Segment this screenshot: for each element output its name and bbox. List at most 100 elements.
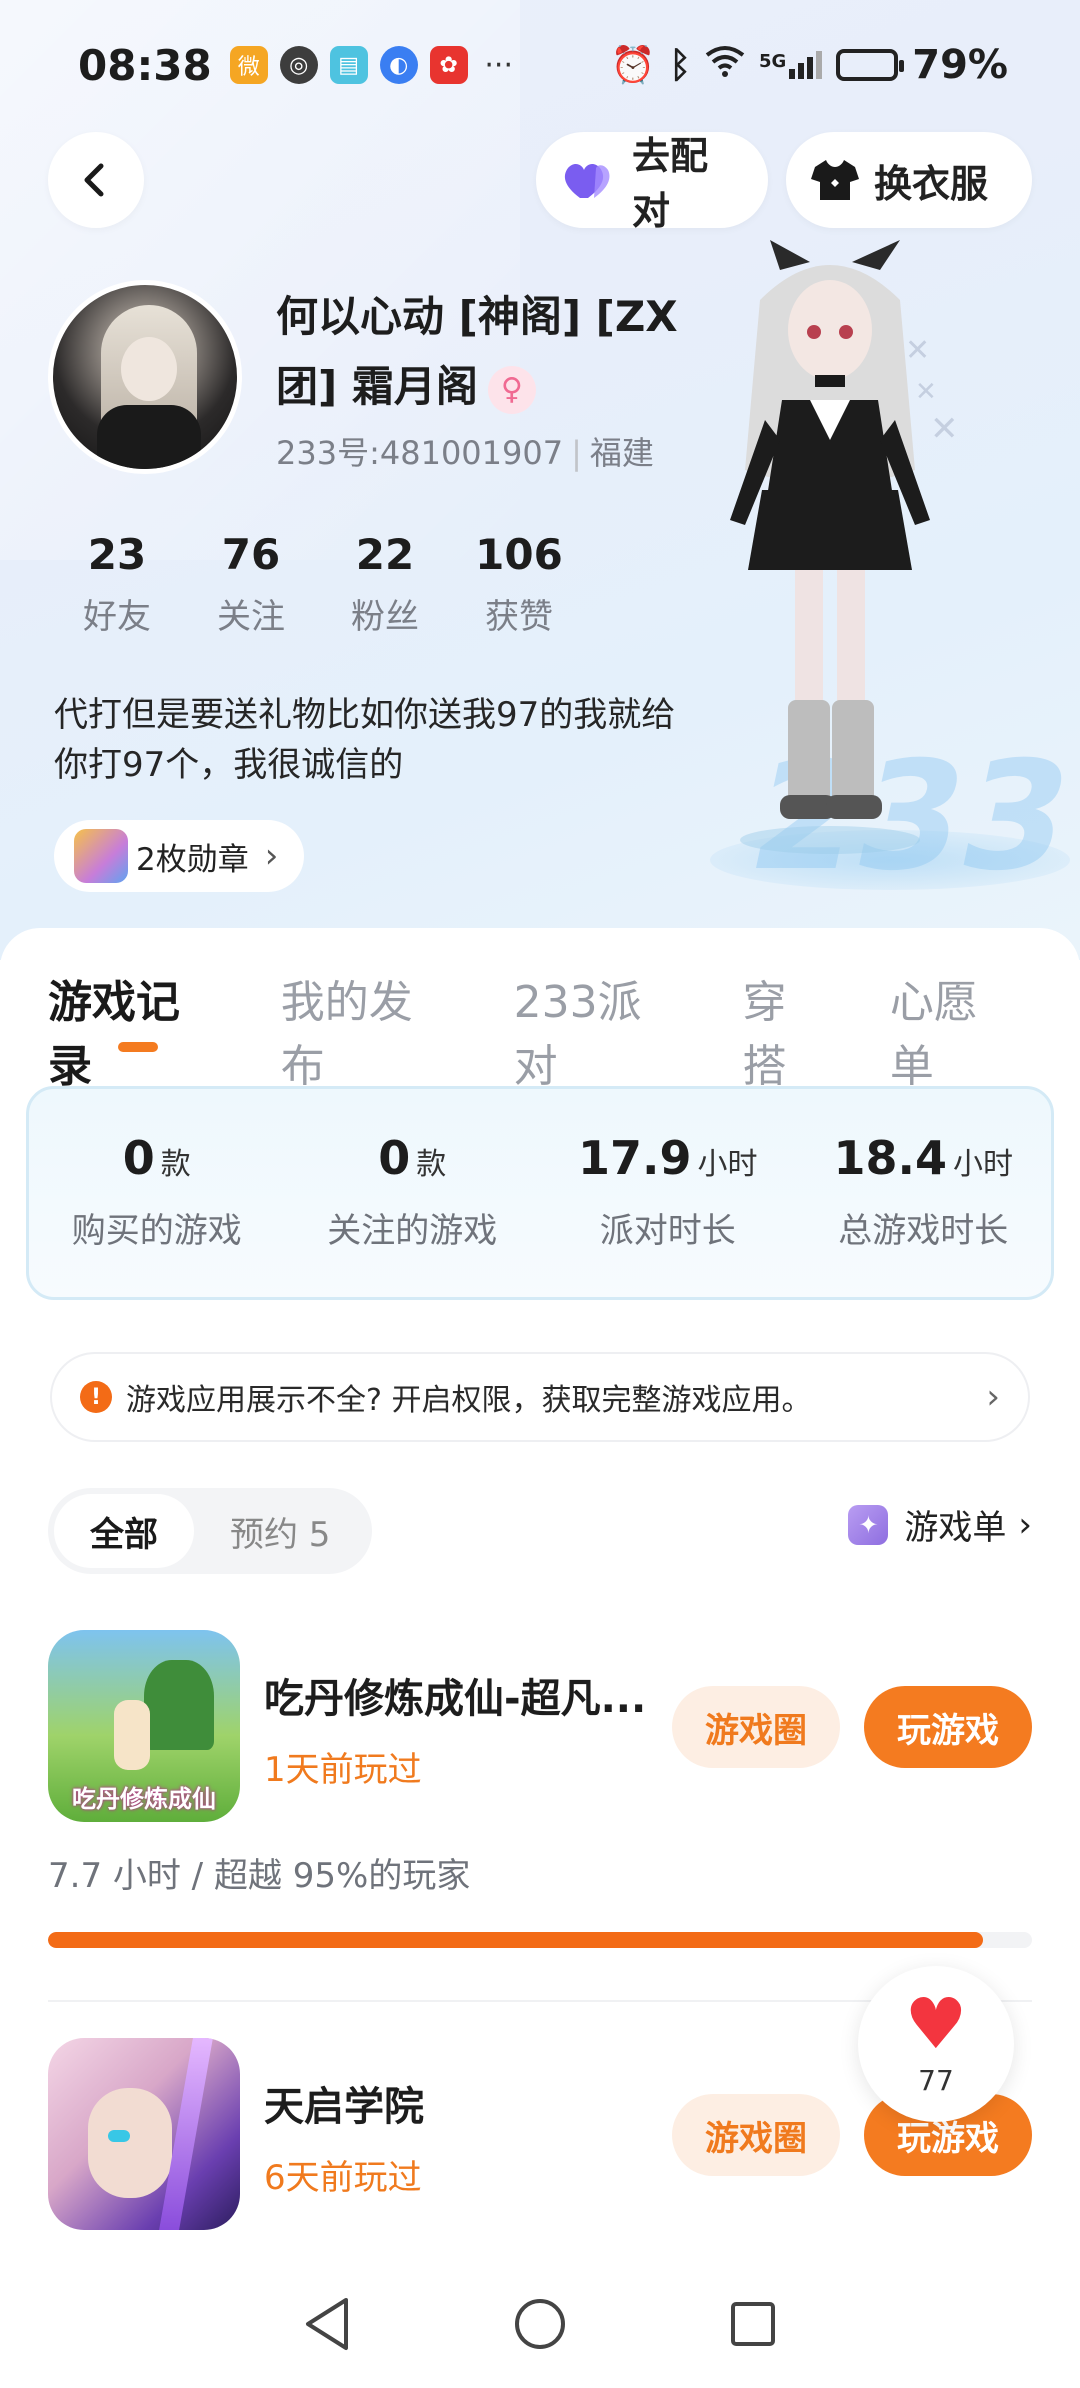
game-icon[interactable]: 吃丹修炼成仙 [48,1630,240,1822]
circle-home-icon [514,2299,565,2349]
game-filter: 全部 预约 5 [48,1488,373,1574]
stat-label: 关注 [217,597,285,637]
summary-value: 0 [378,1131,411,1185]
system-navigation-bar [0,2260,1080,2388]
game-progress-text: 7.7 小时 / 超越 95%的玩家 [48,1856,471,1896]
profile-stats: 23 好友 76 关注 22 粉丝 106 获赞 [50,530,586,638]
summary-unit: 款 [416,1147,447,1182]
tab-game-record[interactable]: 游戏记录 [48,966,219,1094]
game-last-played: 6天前玩过 [264,2158,422,2198]
medals-button[interactable]: 2枚勋章 › [54,820,305,892]
wechat-icon: ◎ [279,46,318,84]
filter-all[interactable]: 全部 [54,1494,194,1568]
nav-home-button[interactable] [505,2289,575,2359]
stat-friends[interactable]: 23 好友 [50,530,184,638]
like-button[interactable]: ♥ 77 [858,1966,1014,2122]
game-circle-button[interactable]: 游戏圈 [672,1686,840,1768]
progress-fill [48,1932,983,1948]
profile-tabs: 游戏记录 我的发布 233派对 穿搭 心愿单 [48,966,1080,1094]
stat-likes[interactable]: 106 获赞 [452,530,586,638]
summary-label: 派对时长 [599,1211,736,1251]
profile-name: 何以心动 [神阁] [ZX团] 霜月阁 [276,292,678,411]
like-count: 77 [918,2064,954,2097]
medal-label: 2枚勋章 [136,841,249,878]
tab-label: 心愿单 [889,977,978,1092]
game-title: 吃丹修炼成仙-超凡... [264,1676,647,1722]
stat-value: 76 [221,530,281,579]
game-item[interactable]: 吃丹修炼成仙 吃丹修炼成仙-超凡... 1天前玩过 游戏圈 玩游戏 [48,1630,1032,1826]
summary-purchased-games[interactable]: 0款 购买的游戏 [29,1089,285,1297]
svg-text:✕: ✕ [930,409,959,449]
tab-outfits[interactable]: 穿搭 [743,966,828,1094]
wifi-icon [705,45,745,86]
summary-followed-games[interactable]: 0款 关注的游戏 [285,1089,541,1297]
cellular-signal-icon: 5G [758,51,823,79]
permission-notice[interactable]: ! 游戏应用展示不全? 开启权限，获取完整游戏应用。 › [50,1352,1030,1442]
filter-reserved[interactable]: 预约 5 [194,1494,366,1568]
nav-back-button[interactable] [292,2289,362,2359]
stat-value: 23 [87,530,147,579]
alarm-icon: ⏰ [610,45,656,86]
chevron-right-icon: › [264,836,279,876]
bluetooth-icon: ᛒ [669,44,691,86]
divider: | [571,434,582,472]
user-avatar[interactable] [48,280,242,474]
play-game-button[interactable]: 玩游戏 [864,1686,1032,1768]
summary-unit: 小时 [953,1147,1013,1182]
chevron-right-icon: › [986,1377,1000,1417]
female-icon: ♀ [487,365,536,414]
more-notifications-icon: ··· [484,47,513,83]
warning-icon: ! [80,1381,112,1413]
summary-value: 0 [122,1131,155,1185]
notice-text: 游戏应用展示不全? 开启权限，获取完整游戏应用。 [126,1383,812,1418]
match-button[interactable]: 去配对 [536,132,768,233]
stat-label: 获赞 [485,597,553,637]
svg-text:✕: ✕ [915,377,937,407]
network-type: 5G [758,51,787,72]
notification-icons: 微 ◎ ▤ ◐ ✿ ··· [229,46,518,84]
heart-icon: ♥ [904,1983,968,2065]
summary-label: 购买的游戏 [71,1211,242,1251]
summary-unit: 小时 [697,1147,758,1182]
summary-unit: 款 [160,1147,191,1182]
square-recents-icon [731,2302,776,2346]
stat-label: 粉丝 [351,597,419,637]
status-time: 08:38 [78,40,212,90]
nav-recents-button[interactable] [718,2289,788,2359]
game-title: 天启学院 [264,2084,424,2130]
tshirt-icon [810,157,860,203]
tab-wishlist[interactable]: 心愿单 [890,966,1018,1094]
stat-value: 22 [355,530,415,579]
status-bar: 08:38 微 ◎ ▤ ◐ ✿ ··· ⏰ ᛒ 5G 79% [0,0,1080,130]
game-icon[interactable] [48,2038,240,2230]
profile-name-row: 何以心动 [神阁] [ZX团] 霜月阁 ♀ [276,282,696,422]
game-list-button[interactable]: ✦ 游戏单 › [848,1500,1032,1549]
change-outfit-button[interactable]: 换衣服 [786,132,1032,228]
game-icon-caption: 吃丹修炼成仙 [72,1785,216,1813]
profile-uid: 233号:481001907 [276,434,564,472]
chevron-right-icon: › [1018,1504,1032,1545]
avatar-character[interactable]: ✕ ✕ ✕ [700,240,960,860]
tab-233-party[interactable]: 233派对 [514,966,681,1094]
stat-fans[interactable]: 22 粉丝 [318,530,452,638]
red-app-icon: ✿ [429,46,468,84]
profile-bio: 代打但是要送礼物比如你送我97的我就给你打97个，我很诚信的 [54,695,676,785]
summary-party-time: 17.9 小时 派对时长 [540,1089,796,1297]
battery-percent: 79% [912,42,1008,88]
sparkle-icon: ✦ [848,1504,889,1545]
game-circle-button[interactable]: 游戏圈 [672,2094,840,2176]
stat-following[interactable]: 76 关注 [184,530,318,638]
game-progress-bar [48,1932,1032,1948]
tab-my-posts[interactable]: 我的发布 [281,966,452,1094]
medal-icon [74,829,128,883]
back-button[interactable] [48,132,144,228]
tab-label: 游戏记录 [48,977,180,1092]
summary-total-time: 18.4 小时 总游戏时长 [796,1089,1052,1297]
weibo-icon: 微 [229,46,268,84]
battery-icon [836,49,905,81]
profile-id-row: 233号:481001907 | 福建 [276,428,654,474]
tab-indicator [118,1042,158,1052]
tab-label: 穿搭 [742,977,787,1092]
summary-label: 总游戏时长 [838,1211,1009,1251]
stat-label: 好友 [83,597,151,637]
